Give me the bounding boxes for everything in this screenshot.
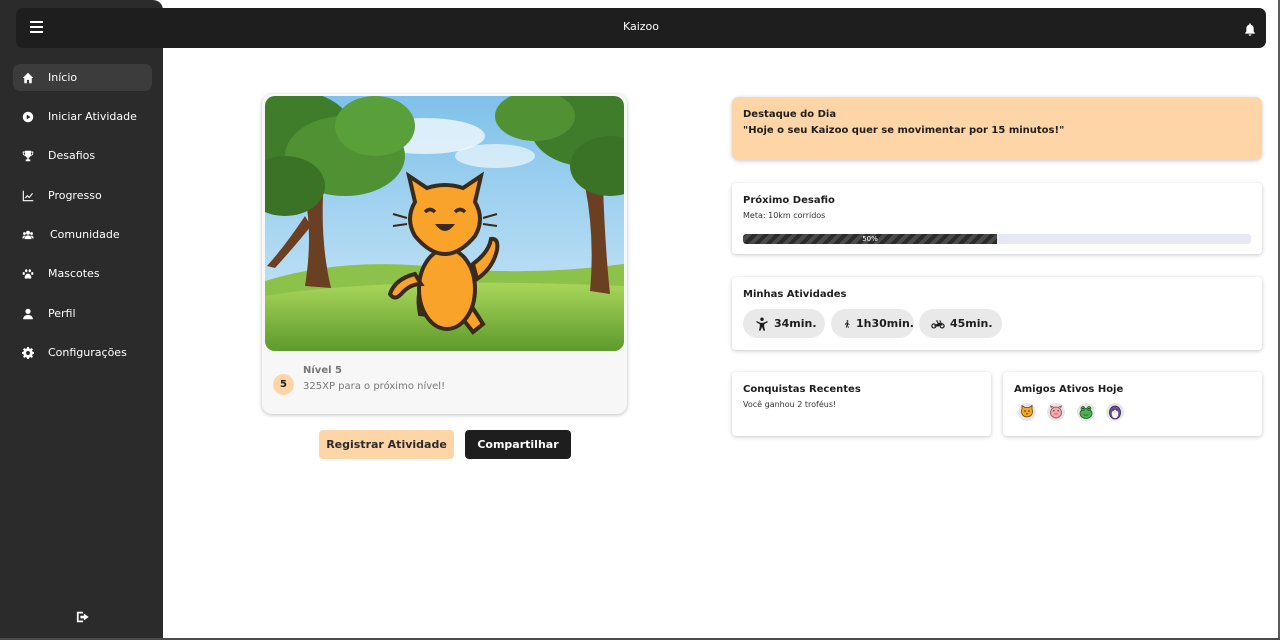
sidebar-item-desafios[interactable]: Desafios xyxy=(13,142,152,169)
next-challenge-card: Próximo Desafio Meta: 10km corridos 50% xyxy=(732,183,1262,254)
logout-button[interactable] xyxy=(74,609,92,625)
sidebar-item-inicio[interactable]: Início xyxy=(13,64,152,91)
sidebar-item-progresso[interactable]: Progresso xyxy=(13,182,152,209)
challenge-title: Próximo Desafio xyxy=(743,195,835,206)
app-title: Kaizoo xyxy=(622,20,660,33)
sidebar-item-label: Desafios xyxy=(48,149,96,162)
penguin-avatar[interactable] xyxy=(1106,403,1124,421)
sidebar-item-label: Iniciar Atividade xyxy=(48,110,137,123)
sidebar-item-mascotes[interactable]: Mascotes xyxy=(13,260,152,287)
friends-title: Amigos Ativos Hoje xyxy=(1014,384,1124,395)
highlight-quote: "Hoje o seu Kaizoo quer se movimentar po… xyxy=(743,125,1065,136)
gear-icon xyxy=(13,339,41,366)
sidebar-item-configuracoes[interactable]: Configurações xyxy=(13,339,152,366)
chart-line-icon xyxy=(13,182,41,209)
challenge-goal: Meta: 10km corridos xyxy=(743,211,826,220)
sidebar-item-label: Comunidade xyxy=(50,228,120,241)
activities-title: Minhas Atividades xyxy=(743,289,847,300)
level-title: Nível 5 xyxy=(303,365,342,376)
users-icon xyxy=(13,221,41,248)
sidebar-item-label: Perfil xyxy=(48,307,76,320)
achievements-text: Você ganhou 2 troféus! xyxy=(743,400,837,409)
recent-achievements-card: Conquistas Recentes Você ganhou 2 troféu… xyxy=(732,372,991,436)
activity-chip-walking[interactable]: 1h30min. xyxy=(831,309,914,338)
activity-duration: 34min. xyxy=(774,317,817,330)
home-icon xyxy=(13,64,41,91)
play-circle-icon xyxy=(13,103,41,130)
my-activities-card: Minhas Atividades 34min. 1h30min. 45min. xyxy=(732,277,1262,350)
active-friends-card: Amigos Ativos Hoje xyxy=(1003,372,1262,436)
pet-card: 5 Nível 5 325XP para o próximo nível! xyxy=(262,94,627,414)
bicycle-icon xyxy=(931,320,945,329)
activity-duration: 45min. xyxy=(950,317,993,330)
register-activity-button[interactable]: Registrar Atividade xyxy=(319,430,454,459)
daily-highlight-card: Destaque do Dia "Hoje o seu Kaizoo quer … xyxy=(732,97,1262,160)
frog-avatar[interactable] xyxy=(1077,403,1095,421)
cat-avatar[interactable] xyxy=(1018,403,1036,421)
sidebar-item-label: Configurações xyxy=(48,346,127,359)
top-bar: Kaizoo xyxy=(16,8,1266,48)
sidebar-item-label: Progresso xyxy=(48,189,102,202)
sidebar-item-iniciar-atividade[interactable]: Iniciar Atividade xyxy=(13,103,152,130)
level-badge: 5 xyxy=(273,374,294,395)
progress-label: 50% xyxy=(862,235,878,243)
challenge-progress-bar: 50% xyxy=(743,234,1251,244)
sidebar-item-comunidade[interactable]: Comunidade xyxy=(13,221,152,248)
activity-chip-bicycle[interactable]: 45min. xyxy=(919,309,1002,338)
paw-icon xyxy=(13,260,41,287)
pig-avatar[interactable] xyxy=(1047,403,1065,421)
sidebar-item-label: Início xyxy=(48,71,78,84)
share-button[interactable]: Compartilhar xyxy=(465,430,571,459)
user-icon xyxy=(13,300,41,327)
xp-text: 325XP para o próximo nível! xyxy=(303,381,446,392)
activity-chip-person[interactable]: 34min. xyxy=(743,309,825,338)
person-icon xyxy=(756,316,768,331)
pet-illustration xyxy=(265,96,624,351)
achievements-title: Conquistas Recentes xyxy=(743,384,861,395)
highlight-title: Destaque do Dia xyxy=(743,109,837,120)
bell-icon[interactable] xyxy=(1244,21,1256,36)
walking-icon xyxy=(845,319,850,328)
trophy-icon xyxy=(13,142,41,169)
sidebar: Início Iniciar Atividade Desafios Progre… xyxy=(0,0,163,640)
logout-icon xyxy=(76,611,89,623)
sidebar-item-perfil[interactable]: Perfil xyxy=(13,300,152,327)
sidebar-item-label: Mascotes xyxy=(48,267,100,280)
activity-duration: 1h30min. xyxy=(855,317,914,330)
